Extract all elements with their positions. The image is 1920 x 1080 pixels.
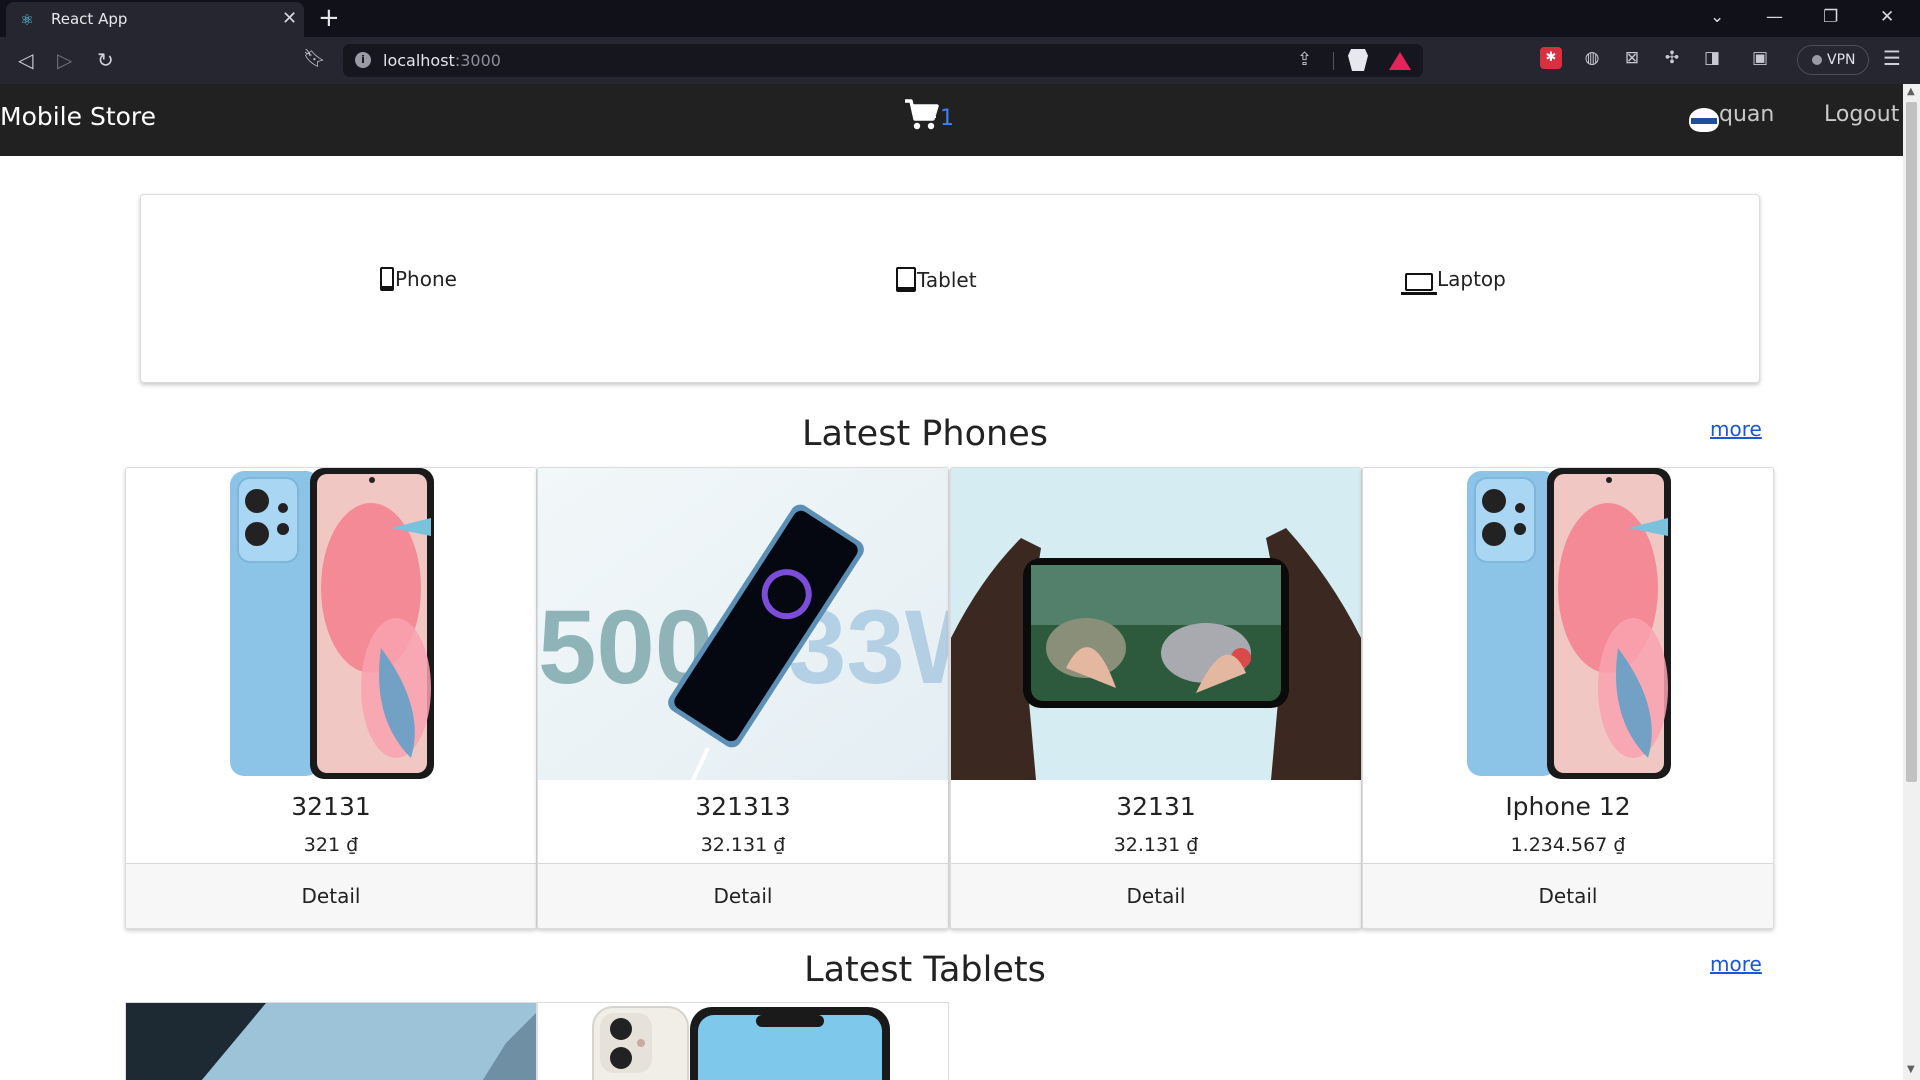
tab-list-chevron-icon[interactable]: ⌄ bbox=[1710, 5, 1724, 29]
category-laptop[interactable]: Laptop bbox=[1401, 267, 1506, 295]
product-price: 321 ₫ bbox=[303, 834, 359, 856]
product-image[interactable] bbox=[951, 468, 1361, 780]
scroll-up-arrow-icon[interactable]: ▲ bbox=[1907, 86, 1915, 97]
product-image[interactable]: 5000 33W bbox=[538, 468, 948, 780]
product-price: 32.131 ₫ bbox=[700, 834, 786, 856]
browser-tab-strip: ⚛ React App ✕ + ⌄ — ❐ ✕ bbox=[0, 0, 1920, 37]
wallet-icon[interactable]: ▣ bbox=[1749, 47, 1771, 69]
redmi-phone-image bbox=[126, 468, 536, 780]
charging-phone-image: 5000 33W bbox=[538, 468, 948, 780]
cart-link[interactable]: 1 bbox=[904, 98, 954, 132]
close-window-icon[interactable]: ✕ bbox=[1880, 5, 1894, 29]
sidebar-icon[interactable]: ◨ bbox=[1701, 47, 1723, 69]
url-text[interactable]: localhost:3000 bbox=[383, 51, 501, 70]
latest-phones-more-link[interactable]: more bbox=[1710, 417, 1762, 441]
user-profile[interactable]: quan bbox=[1689, 102, 1775, 132]
product-name: 32131 bbox=[1116, 792, 1196, 821]
product-card[interactable]: 32131 321 ₫ Detail bbox=[125, 467, 537, 929]
url-port: :3000 bbox=[454, 51, 501, 70]
scrollbar-thumb[interactable] bbox=[1906, 102, 1917, 782]
product-card[interactable] bbox=[125, 1002, 537, 1080]
category-panel: Phone Tablet Laptop bbox=[140, 194, 1760, 383]
redmi-phone-image bbox=[1363, 468, 1773, 780]
scroll-down-arrow-icon[interactable]: ▼ bbox=[1907, 1064, 1915, 1075]
page-scrollbar[interactable]: ▲ ▼ bbox=[1903, 84, 1920, 1080]
product-card[interactable]: 32131 32.131 ₫ Detail bbox=[950, 467, 1362, 929]
detail-button[interactable]: Detail bbox=[126, 884, 536, 908]
address-bar-divider bbox=[1333, 52, 1334, 70]
product-name: Iphone 12 bbox=[1505, 792, 1631, 821]
tab-close-icon[interactable]: ✕ bbox=[282, 9, 297, 29]
extension-box-icon[interactable]: ⊠ bbox=[1621, 47, 1643, 69]
cart-count-badge: 1 bbox=[940, 106, 954, 131]
category-label: Laptop bbox=[1437, 267, 1506, 291]
forward-icon[interactable]: ▷ bbox=[57, 47, 72, 73]
card-footer: Detail bbox=[1363, 863, 1773, 928]
tablet-product-image bbox=[126, 1003, 536, 1080]
bookmark-icon[interactable]: 🔖︎ bbox=[303, 48, 326, 69]
vpn-button[interactable]: VPN bbox=[1797, 45, 1869, 75]
logout-link[interactable]: Logout bbox=[1824, 102, 1899, 127]
product-price: 32.131 ₫ bbox=[1113, 834, 1199, 856]
username: quan bbox=[1719, 102, 1775, 127]
category-tablet[interactable]: Tablet bbox=[896, 267, 977, 292]
product-image[interactable] bbox=[1363, 468, 1773, 780]
share-icon[interactable]: ⇪ bbox=[1297, 49, 1312, 70]
extensions-puzzle-icon[interactable]: ✣ bbox=[1661, 47, 1683, 69]
latest-phones-title: Latest Phones bbox=[802, 414, 1048, 454]
new-tab-button[interactable]: + bbox=[318, 4, 340, 32]
site-navbar: Mobile Store 1 quan Logout bbox=[0, 84, 1903, 156]
product-price: 1.234.567 ₫ bbox=[1510, 834, 1626, 856]
url-host: localhost bbox=[383, 51, 455, 70]
browser-menu-icon[interactable]: ☰ bbox=[1883, 46, 1901, 70]
tab-title: React App bbox=[51, 10, 128, 28]
globe-icon[interactable]: ◍ bbox=[1581, 47, 1603, 69]
brave-shields-icon[interactable] bbox=[1348, 49, 1368, 71]
latest-tablets-title: Latest Tablets bbox=[804, 950, 1046, 990]
card-footer: Detail bbox=[126, 863, 536, 928]
category-label: Phone bbox=[395, 267, 457, 291]
cart-icon bbox=[905, 99, 939, 130]
latest-tablets-more-link[interactable]: more bbox=[1710, 952, 1762, 976]
product-name: 321313 bbox=[695, 792, 791, 821]
detail-button[interactable]: Detail bbox=[1363, 884, 1773, 908]
detail-button[interactable]: Detail bbox=[951, 884, 1361, 908]
address-bar[interactable]: i localhost:3000 ⇪ bbox=[343, 44, 1423, 77]
minimize-window-icon[interactable]: — bbox=[1766, 5, 1783, 29]
card-footer: Detail bbox=[538, 863, 948, 928]
restore-window-icon[interactable]: ❐ bbox=[1823, 5, 1838, 29]
browser-toolbar: ◁ ▷ ↻ 🔖︎ i localhost:3000 ⇪ ✱ ◍ ⊠ ✣ ◨ ▣ … bbox=[0, 37, 1920, 84]
product-card[interactable] bbox=[537, 1002, 949, 1080]
extension-red-icon[interactable]: ✱ bbox=[1540, 47, 1562, 69]
back-icon[interactable]: ◁ bbox=[18, 47, 33, 73]
brand-link[interactable]: Mobile Store bbox=[0, 102, 156, 131]
laptop-icon bbox=[1401, 273, 1437, 295]
product-name: 32131 bbox=[291, 792, 371, 821]
vpn-label: VPN bbox=[1827, 52, 1856, 68]
product-card[interactable]: Iphone 12 1.234.567 ₫ Detail bbox=[1362, 467, 1774, 929]
tablet-icon bbox=[896, 267, 916, 292]
avatar bbox=[1689, 108, 1719, 132]
react-favicon-icon: ⚛ bbox=[20, 11, 34, 29]
page-viewport: Mobile Store 1 quan Logout Phone Tablet bbox=[0, 84, 1903, 1080]
card-footer: Detail bbox=[951, 863, 1361, 928]
browser-tab[interactable]: ⚛ React App ✕ bbox=[6, 2, 304, 37]
phone-icon bbox=[380, 267, 394, 291]
category-label: Tablet bbox=[917, 268, 977, 292]
product-image[interactable] bbox=[126, 468, 536, 780]
vpn-status-icon bbox=[1812, 55, 1822, 65]
site-info-icon[interactable]: i bbox=[355, 52, 371, 68]
detail-button[interactable]: Detail bbox=[538, 884, 948, 908]
iphone-product-image bbox=[538, 1003, 948, 1080]
gaming-phone-image bbox=[951, 468, 1361, 780]
reload-icon[interactable]: ↻ bbox=[97, 47, 114, 73]
brave-rewards-icon[interactable] bbox=[1389, 52, 1411, 70]
category-phone[interactable]: Phone bbox=[380, 267, 457, 291]
product-card[interactable]: 5000 33W 321313 32.131 ₫ Detail bbox=[537, 467, 949, 929]
